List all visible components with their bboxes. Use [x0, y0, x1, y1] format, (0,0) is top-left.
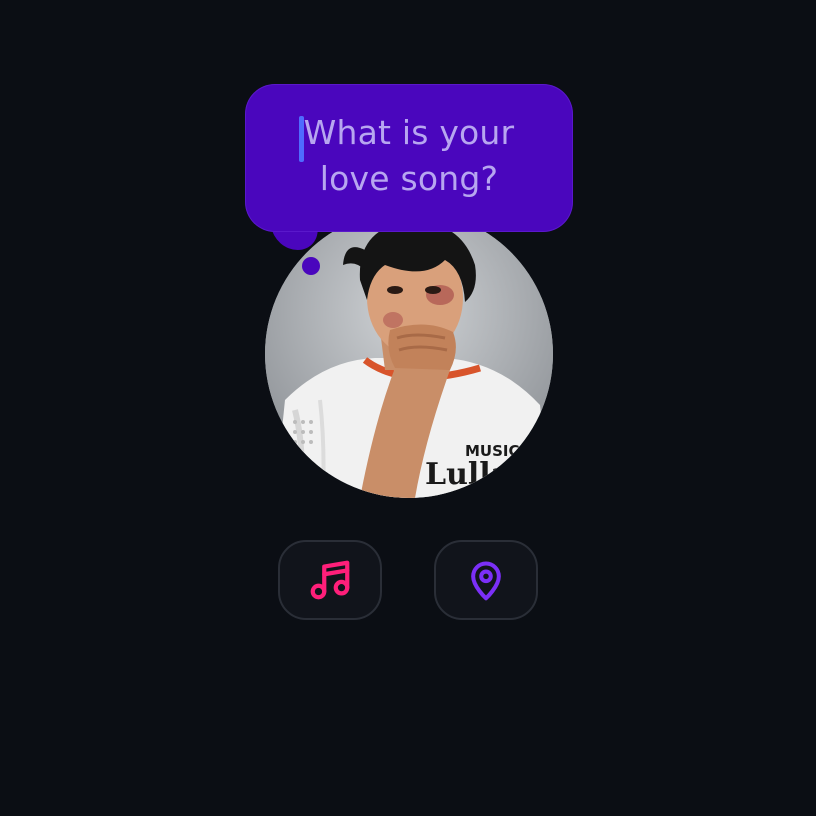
prompt-line-2: love song? — [319, 159, 499, 198]
text-caret — [299, 116, 304, 162]
bubble-dot — [302, 257, 320, 275]
location-button[interactable] — [434, 540, 538, 620]
prompt-input[interactable]: What is your love song? — [245, 110, 573, 202]
location-pin-icon — [471, 561, 501, 601]
music-note-icon — [310, 560, 350, 600]
avatar-illustration: MUSIC Lullaby — [265, 210, 553, 498]
shirt-text-script: Lullaby — [425, 457, 550, 492]
screen: MUSIC Lullaby What is your love song? — [0, 0, 816, 816]
prompt-line-1: What is your — [303, 113, 515, 152]
profile-avatar: MUSIC Lullaby — [265, 210, 553, 498]
music-button[interactable] — [278, 540, 382, 620]
